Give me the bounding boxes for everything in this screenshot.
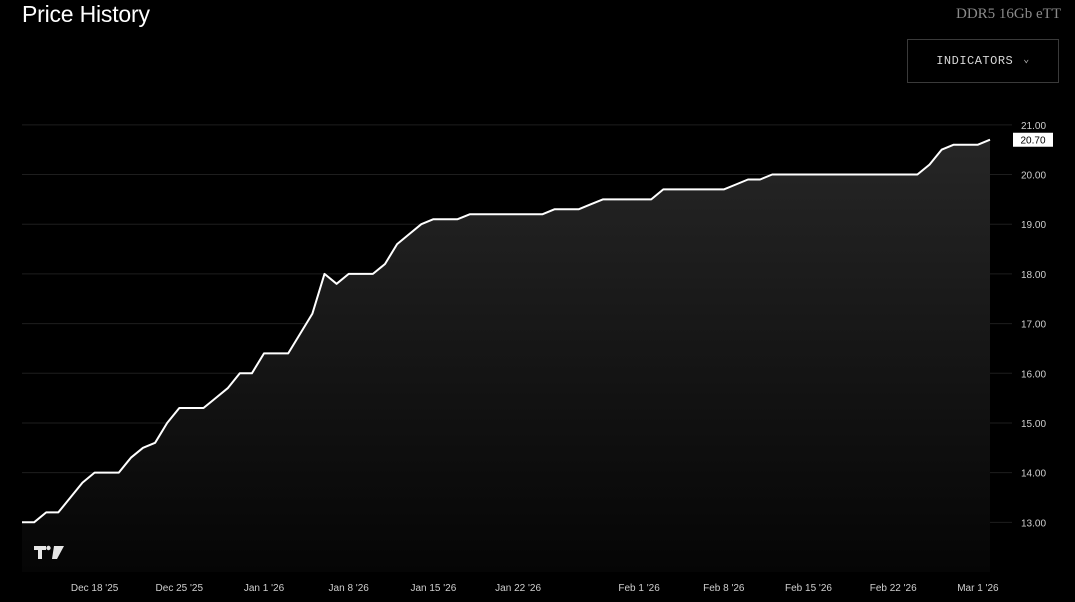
y-tick-label: 19.00 [1021, 220, 1046, 231]
price-chart[interactable]: 13.00 14.00 15.00 16.00 17.00 18.00 19.00 20.00… [0, 0, 1075, 602]
x-tick-label: Feb 15 '26 [785, 583, 832, 594]
x-tick-label: Jan 15 '26 [410, 583, 456, 594]
last-price-label: 20.70 [1020, 136, 1045, 147]
x-tick-label: Feb 1 '26 [618, 583, 660, 594]
y-tick-label: 15.00 [1021, 419, 1046, 430]
y-tick-label: 13.00 [1021, 518, 1046, 529]
x-tick-label: Dec 25 '25 [156, 583, 204, 594]
x-tick-label: Mar 1 '26 [957, 583, 999, 594]
x-tick-label: Dec 18 '25 [71, 583, 119, 594]
y-tick-label: 14.00 [1021, 469, 1046, 480]
x-tick-label: Feb 22 '26 [870, 583, 917, 594]
y-tick-label: 20.00 [1021, 171, 1046, 182]
x-tick-label: Jan 8 '26 [329, 583, 370, 594]
price-area-fill [22, 139, 990, 572]
y-tick-label: 21.00 [1021, 121, 1046, 132]
x-tick-label: Jan 1 '26 [244, 583, 285, 594]
y-tick-label: 17.00 [1021, 320, 1046, 331]
x-tick-label: Jan 22 '26 [495, 583, 541, 594]
x-tick-label: Feb 8 '26 [703, 583, 745, 594]
y-tick-label: 18.00 [1021, 270, 1046, 281]
y-tick-label: 16.00 [1021, 369, 1046, 380]
